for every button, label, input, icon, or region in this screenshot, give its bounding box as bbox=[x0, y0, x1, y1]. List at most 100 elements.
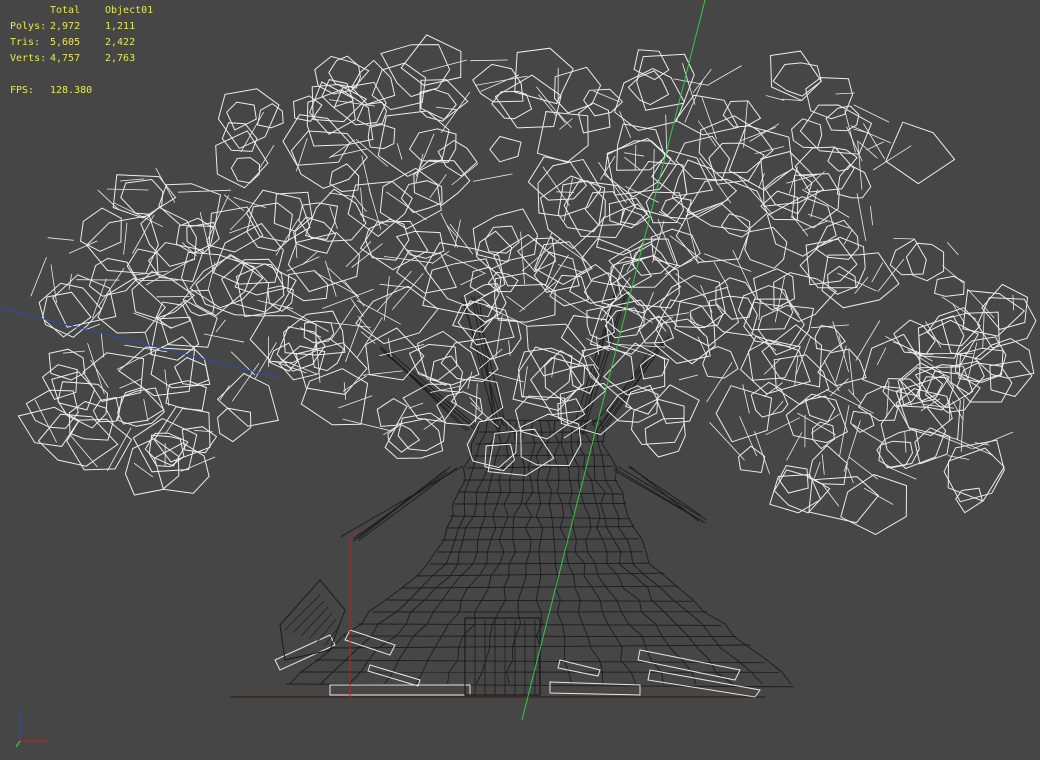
trunk-edge bbox=[594, 479, 606, 493]
trunk-edge bbox=[467, 575, 480, 589]
trunk-edge bbox=[587, 551, 596, 565]
viewport-3d[interactable]: Total Object01 Polys: 2,972 1,211 Tris: … bbox=[0, 0, 1040, 760]
canopy-edge bbox=[415, 133, 435, 177]
trunk-edge bbox=[506, 659, 514, 673]
trunk-edge bbox=[395, 623, 407, 637]
trunk-edge bbox=[664, 611, 677, 625]
canopy-edge bbox=[862, 123, 886, 160]
canopy-edge bbox=[219, 385, 230, 401]
trunk-edge bbox=[553, 443, 560, 457]
wireframe-tree-scene[interactable] bbox=[0, 0, 1040, 760]
trunk-edge bbox=[398, 647, 407, 661]
canopy-facet bbox=[79, 207, 122, 252]
canopy-edge bbox=[165, 407, 184, 435]
trunk-edge bbox=[471, 431, 478, 445]
canopy-facet bbox=[627, 70, 670, 106]
trunk-edge bbox=[530, 479, 534, 493]
canopy-edge bbox=[376, 270, 412, 312]
canopy-edge bbox=[876, 347, 887, 366]
trunk-edge bbox=[503, 575, 510, 589]
trunk-edge bbox=[651, 599, 665, 613]
trunk-edge bbox=[641, 611, 656, 625]
trunk-edge bbox=[561, 503, 565, 517]
trunk-edge bbox=[426, 551, 436, 565]
canopy-edge bbox=[215, 319, 226, 333]
canopy-edge bbox=[329, 192, 356, 198]
trunk-edge bbox=[515, 623, 522, 637]
trunk-edge bbox=[524, 503, 532, 517]
trunk-edge bbox=[446, 515, 454, 529]
canopy-edge bbox=[34, 399, 57, 443]
trunk-edge bbox=[647, 587, 653, 601]
canopy-edge bbox=[355, 139, 389, 167]
canopy-edge bbox=[556, 191, 575, 193]
trunk-edge bbox=[766, 659, 783, 673]
trunk-ring bbox=[445, 526, 635, 529]
trunk-edge bbox=[432, 563, 447, 577]
canopy-facet bbox=[604, 307, 644, 339]
canopy-facet bbox=[287, 270, 329, 302]
trunk-edge bbox=[465, 515, 475, 529]
branch-edge bbox=[614, 467, 704, 522]
canopy-edge bbox=[826, 389, 874, 414]
canopy-edge bbox=[697, 336, 708, 357]
trunk-edge bbox=[553, 539, 556, 553]
trunk-edge bbox=[661, 635, 671, 649]
trunk-edge bbox=[481, 587, 489, 601]
trunk-edge bbox=[498, 527, 504, 541]
trunk-edge bbox=[568, 503, 574, 517]
canopy-edge bbox=[736, 174, 773, 215]
trunk-edge bbox=[422, 659, 429, 673]
canopy-edge bbox=[941, 296, 977, 320]
axis-tripod-icon bbox=[15, 709, 50, 748]
trunk-edge bbox=[420, 575, 433, 589]
trunk-edge bbox=[573, 575, 576, 589]
trunk-edge bbox=[377, 611, 397, 625]
trunk-edge bbox=[462, 527, 466, 541]
trunk-edge bbox=[513, 431, 517, 445]
canopy-edge bbox=[755, 146, 784, 154]
trunk-edge bbox=[546, 467, 552, 481]
canopy-edge bbox=[885, 336, 933, 362]
trunk-edge bbox=[371, 623, 379, 637]
canopy-edge bbox=[357, 300, 401, 325]
trunk-edge bbox=[539, 563, 542, 577]
trunk-edge bbox=[401, 575, 418, 589]
trunk-edge bbox=[416, 563, 428, 577]
canopy-facet bbox=[216, 372, 279, 427]
canopy-facet bbox=[583, 88, 624, 117]
x-axis-line-2 bbox=[349, 529, 359, 539]
trunk-ring bbox=[441, 538, 639, 541]
trunk-edge bbox=[574, 587, 581, 601]
canopy-facet bbox=[674, 94, 739, 136]
z-axis-line bbox=[0, 307, 281, 379]
trunk-edge bbox=[513, 503, 522, 517]
trunk-edge bbox=[535, 623, 543, 637]
trunk-edge bbox=[750, 671, 763, 685]
canopy-edge bbox=[850, 125, 892, 144]
canopy-edge bbox=[47, 237, 74, 241]
trunk-edge bbox=[630, 551, 634, 565]
canopy-facet bbox=[885, 121, 956, 185]
trunk-edge bbox=[505, 431, 512, 445]
trunk-edge bbox=[622, 491, 625, 505]
trunk-edge bbox=[553, 419, 556, 433]
trunk-edge bbox=[557, 479, 560, 493]
trunk-edge bbox=[557, 491, 563, 505]
trunk-edge bbox=[632, 563, 646, 577]
canopy-facet bbox=[604, 140, 672, 198]
canopy-facet bbox=[557, 180, 606, 233]
trunk-edge bbox=[601, 443, 611, 457]
canopy-facet bbox=[989, 360, 1033, 398]
canopy-facet bbox=[773, 272, 837, 323]
canopy-facet bbox=[773, 469, 831, 514]
trunk-edge bbox=[641, 539, 647, 553]
trunk-edge bbox=[540, 611, 543, 625]
trunk-ring bbox=[475, 440, 605, 445]
canopy-facet bbox=[230, 157, 261, 184]
trunk-edge bbox=[490, 527, 497, 541]
canopy-edge bbox=[870, 206, 873, 226]
canopy-facet bbox=[769, 50, 822, 101]
canopy-edge bbox=[960, 398, 965, 452]
canopy-facet bbox=[815, 219, 859, 260]
